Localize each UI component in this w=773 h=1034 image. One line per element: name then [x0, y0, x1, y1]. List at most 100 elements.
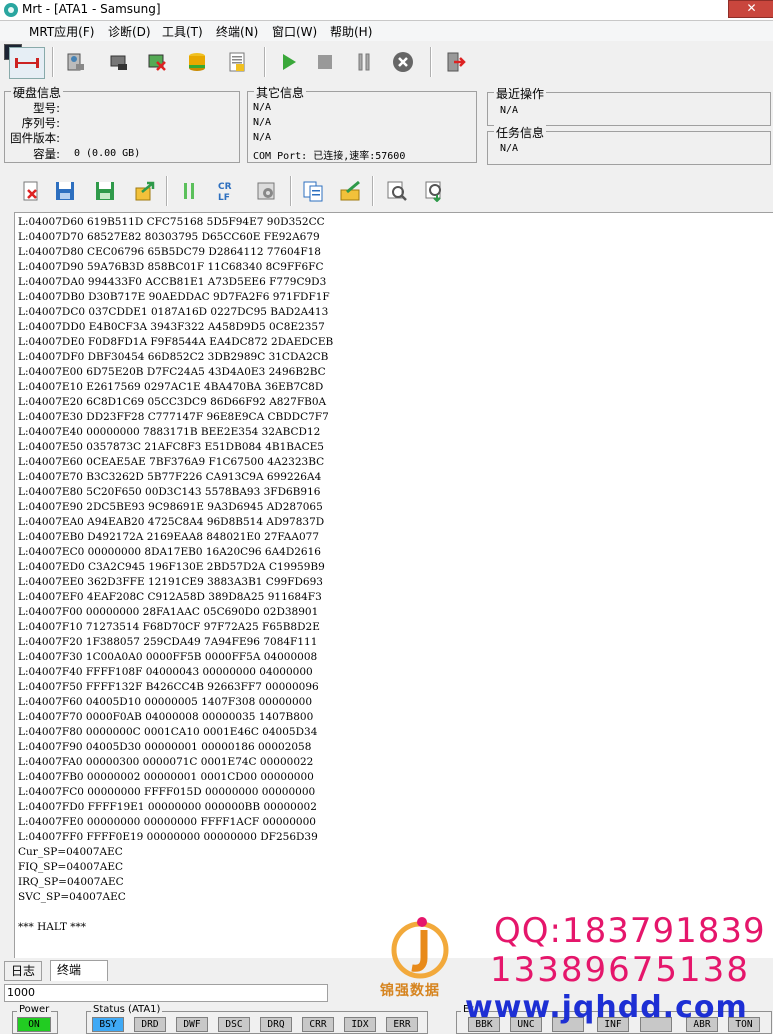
terminal-line: L:04007EF0 4EAF208C C912A58D 389D8A25 91…	[18, 591, 322, 603]
terminal-line: L:04007E10 E2617569 0297AC1E 4BA470BA 36…	[18, 381, 324, 393]
exit-icon	[447, 52, 466, 72]
task-info-value: N/A	[500, 143, 519, 154]
terminal-toolbar: CR LF	[0, 172, 773, 212]
terminal-line: L:04007F50 FFFF132F B426CC4B 92663FF7 00…	[18, 681, 319, 693]
report-icon	[229, 52, 245, 72]
terminal-line: L:04007D80 CEC06796 65B5DC79 D2864112 77…	[18, 246, 321, 258]
other-info-title: 其它信息	[254, 84, 307, 101]
terminal-line: L:04007E80 5C20F650 00D3C143 5578BA93 3F…	[18, 486, 321, 498]
terminal-line: L:04007E00 6D75E20B D7FC24A5 43D4A0E3 24…	[18, 366, 326, 378]
stop-button[interactable]	[310, 47, 340, 77]
terminal-line: L:04007D90 59A76B3D 858BC01F 11C68340 8C…	[18, 261, 324, 273]
terminal-line: L:04007F70 0000F0AB 04000008 00000035 14…	[18, 711, 314, 723]
pause-output-button[interactable]	[174, 176, 204, 206]
terminal-line: L:04007FA0 00000300 0000071C 0001E74C 00…	[18, 756, 314, 768]
power-title: Power	[17, 1004, 52, 1015]
clear-file-icon	[23, 181, 38, 201]
status-flag-idx: IDX	[344, 1017, 376, 1032]
disk-info-button[interactable]	[60, 47, 90, 77]
firmware-label: 固件版本:	[10, 131, 60, 145]
pause-icon	[184, 183, 194, 199]
status-flag-bsy: BSY	[92, 1017, 124, 1032]
terminal-line: L:04007F40 FFFF108F 04000043 00000000 04…	[18, 666, 313, 678]
terminal-line: L:04007FD0 FFFF19E1 00000000 000000BB 00…	[18, 801, 317, 813]
other-info-line: N/A	[253, 117, 272, 128]
cancel-button[interactable]	[388, 47, 418, 77]
terminal-line: IRQ_SP=04007AEC	[18, 876, 124, 888]
settings-icon	[257, 182, 275, 200]
tab-terminal[interactable]: 终端	[50, 960, 108, 981]
connect-icon	[15, 58, 39, 68]
svg-text:LF: LF	[218, 193, 230, 203]
database-icon	[189, 53, 205, 71]
menu-tools[interactable]: 工具(T)	[162, 23, 203, 40]
export-icon	[135, 181, 155, 201]
crlf-icon: CRLF	[218, 182, 232, 203]
terminal-line: *** HALT ***	[18, 921, 87, 933]
settings-button[interactable]	[252, 176, 282, 206]
serial-label: 序列号:	[21, 116, 60, 130]
terminal-line: L:04007EE0 362D3FFE 12191CE9 3883A3B1 C9…	[18, 576, 323, 588]
cancel-icon	[393, 52, 413, 72]
menu-diagnose[interactable]: 诊断(D)	[108, 23, 151, 40]
disk-tools-button[interactable]	[104, 47, 134, 77]
terminal-output[interactable]: L:04007D60 619B511D CFC75168 5D5F94E7 90…	[14, 212, 773, 960]
exit-button[interactable]	[440, 47, 470, 77]
pause-button[interactable]	[349, 47, 379, 77]
svg-text:CR: CR	[218, 182, 232, 192]
report-button[interactable]	[222, 47, 252, 77]
status-title: Status (ATA1)	[91, 1004, 163, 1015]
power-indicator: ON	[17, 1017, 51, 1032]
save-as-button[interactable]	[90, 176, 120, 206]
window-title: Mrt - [ATA1 - Samsung]	[22, 2, 161, 16]
disk-delete-button[interactable]	[142, 47, 172, 77]
terminal-line: L:04007DD0 E4B0CF3A 3943F322 A458D9D5 0C…	[18, 321, 325, 333]
terminal-line: L:04007F60 04005D10 00000005 1407F308 00…	[18, 696, 313, 708]
terminal-line: L:04007E60 0CEAE5AE 7BF376A9 F1C67500 4A…	[18, 456, 325, 468]
status-flag-drd: DRD	[134, 1017, 166, 1032]
menu-window[interactable]: 窗口(W)	[272, 23, 317, 40]
watermark-logo-text: 锦强数据	[380, 983, 440, 999]
menu-mrt-app[interactable]: MRT应用(F)	[29, 23, 94, 40]
status-flag-drq: DRQ	[260, 1017, 292, 1032]
terminal-line: Cur_SP=04007AEC	[18, 846, 123, 858]
tab-log[interactable]: 日志	[4, 961, 43, 981]
copy-button[interactable]	[298, 176, 328, 206]
terminal-line: L:04007DB0 D30B717E 90AEDDAC 9D7FA2F6 97…	[18, 291, 330, 303]
terminal-line: L:04007F30 1C00A0A0 0000FF5B 0000FF5A 04…	[18, 651, 318, 663]
terminal-line: L:04007F00 00000000 28FA1AAC 05C690D0 02…	[18, 606, 319, 618]
clear-file-button[interactable]	[16, 176, 46, 206]
export-button[interactable]	[130, 176, 160, 206]
com-port-status: COM Port: 已连接,速率:57600	[253, 151, 406, 162]
recent-operation-group: 最近操作	[487, 85, 771, 126]
connect-button[interactable]	[9, 47, 45, 79]
terminal-line: L:04007F90 04005D30 00000001 00000186 00…	[18, 741, 312, 753]
terminal-line: L:04007FF0 FFFF0E19 00000000 00000000 DF…	[18, 831, 318, 843]
save-button[interactable]	[50, 176, 80, 206]
disk-info-title: 硬盘信息	[11, 84, 64, 101]
download-search-button[interactable]	[420, 176, 450, 206]
app-icon	[4, 3, 18, 17]
menu-terminal[interactable]: 终端(N)	[216, 23, 258, 40]
recent-operation-title: 最近操作	[494, 85, 547, 102]
play-button[interactable]	[274, 47, 304, 77]
terminal-line: L:04007FB0 00000002 00000001 0001CD00 00…	[18, 771, 314, 783]
task-info-title: 任务信息	[494, 124, 547, 141]
terminal-lines: L:04007D60 619B511D CFC75168 5D5F94E7 90…	[18, 215, 333, 935]
terminal-line: L:04007E90 2DC5BE93 9C98691E 9A3D6945 AD…	[18, 501, 323, 513]
watermark-url: www.jqhdd.com	[465, 990, 748, 1025]
search-icon	[387, 181, 407, 201]
status-count-field: 1000	[4, 984, 328, 1002]
edit-button[interactable]	[336, 176, 366, 206]
menu-help[interactable]: 帮助(H)	[330, 23, 372, 40]
database-button[interactable]	[182, 47, 212, 77]
terminal-line: L:04007D70 68527E82 80303795 D65CC60E FE…	[18, 231, 320, 243]
close-button[interactable]: ✕	[728, 0, 773, 18]
other-info-line: N/A	[253, 132, 272, 143]
crlf-button[interactable]: CR LF	[212, 176, 242, 206]
terminal-line: L:04007DE0 F0D8FD1A F9F8544A EA4DC872 2D…	[18, 336, 334, 348]
search-button[interactable]	[382, 176, 412, 206]
terminal-line: L:04007EB0 D492172A 2169EAA8 848021E0 27…	[18, 531, 320, 543]
terminal-line: L:04007E50 0357873C 21AFC8F3 E51DB084 4B…	[18, 441, 324, 453]
